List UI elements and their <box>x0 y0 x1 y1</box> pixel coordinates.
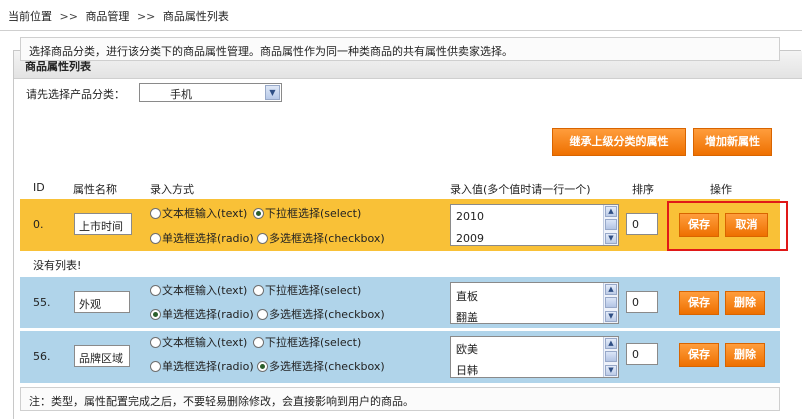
radio-icon[interactable] <box>150 284 161 296</box>
attribute-name-input[interactable]: 品牌区域 <box>74 345 130 367</box>
breadcrumb: 当前位置 >> 商品管理 >> 商品属性列表 <box>8 8 233 24</box>
scrollbar[interactable]: ▲ ▼ <box>603 205 618 245</box>
scroll-down-icon[interactable]: ▼ <box>605 311 617 322</box>
radio-icon[interactable] <box>150 232 161 244</box>
inherit-attributes-button[interactable]: 继承上级分类的属性 <box>552 128 686 156</box>
mode-option-checkbox[interactable]: 多选框选择(checkbox) <box>257 230 385 246</box>
header-operation: 操作 <box>710 183 732 196</box>
table-header: ID 属性名称 录入方式 录入值(多个值时请一行一个) 排序 操作 <box>20 178 780 198</box>
mode-option-label: 多选框选择(checkbox) <box>269 360 385 373</box>
mode-option-text[interactable]: 文本框输入(text) <box>150 205 247 221</box>
save-button[interactable]: 保存 <box>679 291 719 315</box>
mode-option-checkbox[interactable]: 多选框选择(checkbox) <box>257 358 385 374</box>
delete-button[interactable]: 删除 <box>725 343 765 367</box>
mode-option-label: 单选框选择(radio) <box>162 360 254 373</box>
scrollbar[interactable]: ▲ ▼ <box>603 337 618 377</box>
mode-option-radio[interactable]: 单选框选择(radio) <box>150 230 254 246</box>
breadcrumb-item-goods[interactable]: 商品管理 <box>85 10 129 23</box>
mode-option-text[interactable]: 文本框输入(text) <box>150 282 247 298</box>
mode-option-label: 下拉框选择(select) <box>265 207 362 220</box>
category-select-value: 手机 <box>170 88 192 101</box>
mode-option-label: 下拉框选择(select) <box>265 336 362 349</box>
scroll-up-icon[interactable]: ▲ <box>605 338 617 349</box>
mode-option-checkbox[interactable]: 多选框选择(checkbox) <box>257 306 385 322</box>
value-line: 日韩 <box>456 364 478 377</box>
value-line: 欧美 <box>456 343 478 356</box>
save-button[interactable]: 保存 <box>679 343 719 367</box>
radio-checked-icon[interactable] <box>257 360 268 372</box>
divider <box>0 30 802 31</box>
table-row: 55. 外观 文本框输入(text) 下拉框选择(select) 单选框选择(r… <box>20 277 780 329</box>
attribute-name-input[interactable]: 上市时间 <box>74 213 132 235</box>
scroll-thumb[interactable] <box>605 351 617 362</box>
row-id: 55. <box>33 296 51 309</box>
mode-option-label: 下拉框选择(select) <box>265 284 362 297</box>
radio-icon[interactable] <box>150 360 161 372</box>
radio-icon[interactable] <box>150 207 161 219</box>
mode-option-select[interactable]: 下拉框选择(select) <box>253 205 361 221</box>
highlight-box <box>667 201 788 251</box>
value-line: 2009 <box>456 232 484 245</box>
category-label: 请先选择产品分类： <box>26 88 125 101</box>
mode-option-label: 多选框选择(checkbox) <box>269 232 385 245</box>
scroll-up-icon[interactable]: ▲ <box>605 206 617 217</box>
mode-option-label: 多选框选择(checkbox) <box>269 308 385 321</box>
mode-option-label: 文本框输入(text) <box>162 284 248 297</box>
radio-icon[interactable] <box>257 232 268 244</box>
delete-button[interactable]: 删除 <box>725 291 765 315</box>
table-row: 56. 品牌区域 文本框输入(text) 下拉框选择(select) 单选框选择… <box>20 331 780 383</box>
scroll-down-icon[interactable]: ▼ <box>605 233 617 244</box>
note-text: 注：类型，属性配置完成之后，不要轻易删除修改，会直接影响到用户的商品。 <box>29 395 414 408</box>
category-select[interactable]: 手机 ▼ <box>139 83 282 102</box>
breadcrumb-item-location: 当前位置 <box>8 10 52 23</box>
values-textarea[interactable]: 2010 2009 ▲ ▼ <box>450 204 619 246</box>
breadcrumb-item-current: 商品属性列表 <box>162 10 229 23</box>
scrollbar[interactable]: ▲ ▼ <box>603 283 618 323</box>
header-input-mode: 录入方式 <box>150 183 194 196</box>
mode-option-label: 文本框输入(text) <box>162 207 248 220</box>
radio-icon[interactable] <box>150 336 161 348</box>
radio-icon[interactable] <box>257 308 268 320</box>
table-row: 0. 上市时间 文本框输入(text) 下拉框选择(select) 单选框选择(… <box>20 199 780 251</box>
scroll-thumb[interactable] <box>605 297 617 308</box>
mode-option-label: 单选框选择(radio) <box>162 308 254 321</box>
info-text: 选择商品分类，进行该分类下的商品属性管理。商品属性作为同一种类商品的共有属性供卖… <box>29 45 513 58</box>
info-box: 选择商品分类，进行该分类下的商品属性管理。商品属性作为同一种类商品的共有属性供卖… <box>20 37 780 61</box>
header-order: 排序 <box>632 183 654 196</box>
radio-icon[interactable] <box>253 336 264 348</box>
scroll-up-icon[interactable]: ▲ <box>605 284 617 295</box>
value-line: 直板 <box>456 290 478 303</box>
value-line: 2010 <box>456 210 484 223</box>
values-textarea[interactable]: 欧美 日韩 ▲ ▼ <box>450 336 619 378</box>
row-id: 56. <box>33 350 51 363</box>
radio-checked-icon[interactable] <box>150 308 161 320</box>
header-name: 属性名称 <box>73 183 117 196</box>
mode-option-label: 文本框输入(text) <box>162 336 248 349</box>
row-id: 0. <box>33 218 44 231</box>
radio-checked-icon[interactable] <box>253 207 264 219</box>
mode-option-select[interactable]: 下拉框选择(select) <box>253 334 361 350</box>
header-id: ID <box>33 181 45 194</box>
scroll-thumb[interactable] <box>605 219 617 230</box>
mode-option-radio[interactable]: 单选框选择(radio) <box>150 358 254 374</box>
note-box: 注：类型，属性配置完成之后，不要轻易删除修改，会直接影响到用户的商品。 <box>20 387 780 411</box>
chevron-down-icon[interactable]: ▼ <box>265 85 280 100</box>
scroll-down-icon[interactable]: ▼ <box>605 365 617 376</box>
radio-icon[interactable] <box>253 284 264 296</box>
value-line: 翻盖 <box>456 311 478 324</box>
order-input[interactable]: 0 <box>626 213 658 235</box>
values-textarea[interactable]: 直板 翻盖 ▲ ▼ <box>450 282 619 324</box>
order-input[interactable]: 0 <box>626 343 658 365</box>
mode-option-text[interactable]: 文本框输入(text) <box>150 334 247 350</box>
breadcrumb-separator: >> <box>59 10 78 23</box>
order-input[interactable]: 0 <box>626 291 658 313</box>
mode-option-label: 单选框选择(radio) <box>162 232 254 245</box>
attribute-name-input[interactable]: 外观 <box>74 291 130 313</box>
mode-option-select[interactable]: 下拉框选择(select) <box>253 282 361 298</box>
mode-option-radio[interactable]: 单选框选择(radio) <box>150 306 254 322</box>
header-values: 录入值(多个值时请一行一个) <box>450 183 591 196</box>
add-attribute-button[interactable]: 增加新属性 <box>693 128 772 156</box>
empty-list-text: 没有列表! <box>33 259 82 272</box>
breadcrumb-separator: >> <box>136 10 156 23</box>
